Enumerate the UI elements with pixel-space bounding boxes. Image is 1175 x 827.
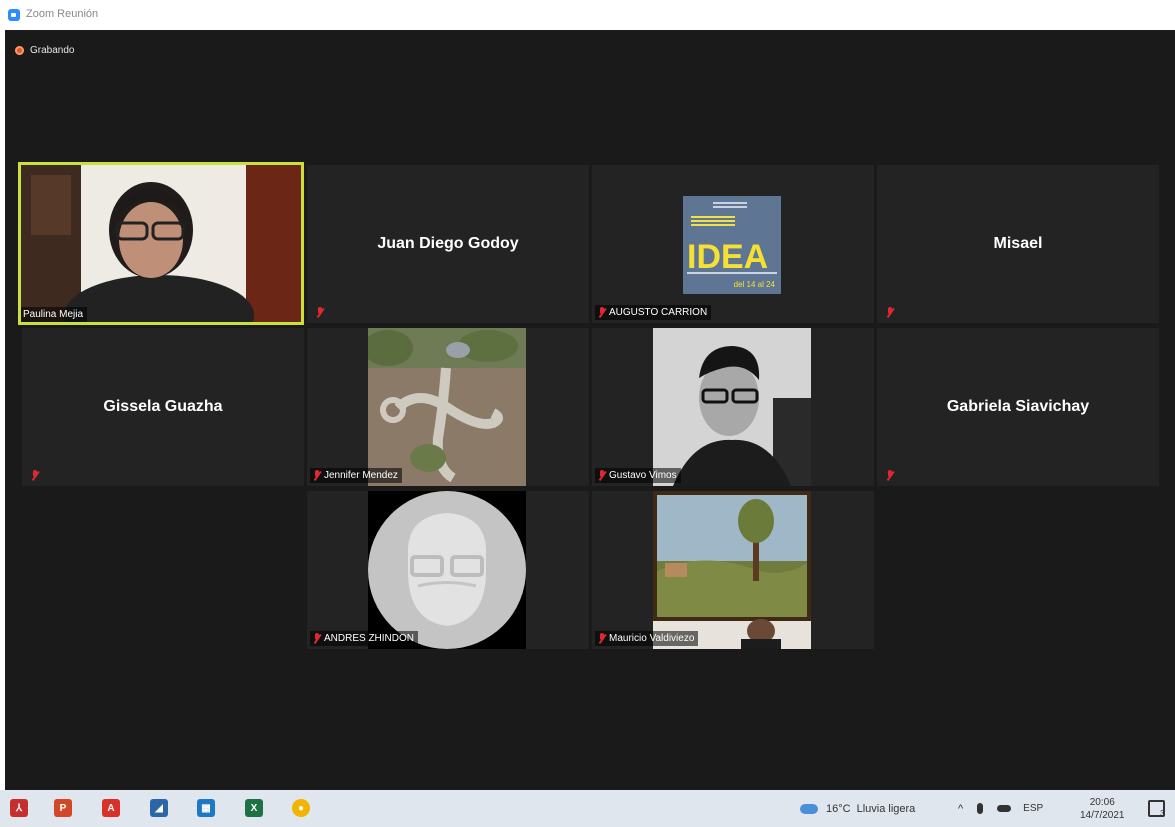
window-title: Zoom Reunión [26,8,99,20]
avatar [368,491,526,649]
poster-image: IDEA del 14 al 24 [683,196,781,294]
muted-mic-icon [597,633,606,644]
participant-name-center: Misael [993,235,1043,252]
participant-name: AUGUSTO CARRION [609,307,708,318]
participant-name-center: Juan Diego Godoy [377,235,519,252]
participant-name: Gustavo Vimos [609,470,677,481]
meeting-stage: Grabando Paulina Mejia Juan Diego Godoy [5,30,1175,790]
muted-mic-icon [312,633,321,644]
clock-date: 14/7/2021 [1080,809,1125,821]
title-bar: Zoom Reunión [0,0,1175,30]
participant-video [368,328,526,486]
acrobat-icon[interactable]: A [102,799,120,817]
video-tile-mauricio[interactable]: Mauricio Valdiviezo [592,491,874,649]
recording-indicator[interactable]: Grabando [15,45,74,56]
muted-mic-icon [885,470,894,481]
powerpoint-icon[interactable]: P [54,799,72,817]
weather-desc: Lluvia ligera [856,802,916,815]
participant-name-center: Gabriela Siavichay [946,398,1090,415]
muted-mic-icon [315,307,324,318]
windows-explorer-icon[interactable]: ◢ [150,799,168,817]
video-tile-gissela[interactable]: Gissela Guazha [22,328,304,486]
participant-name: Jennifer Mendez [324,470,398,481]
muted-mic-icon [885,307,894,318]
muted-mic-icon [597,307,606,318]
participant-label: Paulina Mejia [21,307,88,322]
weather-widget[interactable]: 16°C Lluvia ligera [800,790,915,827]
poster-title: IDEA [687,238,768,276]
clock[interactable]: 20:06 14/7/2021 [1080,790,1125,827]
participant-label: ANDRES ZHINDON [310,631,419,646]
poster-dates: del 14 al 24 [734,280,776,289]
participant-label: Gustavo Vimos [595,468,681,483]
participant-video [653,328,811,486]
video-tile-augusto[interactable]: IDEA del 14 al 24 AUGUSTO CARRION [592,165,874,323]
participant-name: ANDRES ZHINDON [324,633,415,644]
muted-mic-icon [597,470,606,481]
participant-name-center: Gissela Guazha [103,398,223,415]
participant-video [21,165,301,322]
video-tile-jennifer[interactable]: Jennifer Mendez [307,328,589,486]
participant-name: Paulina Mejia [23,309,84,320]
chrome-icon[interactable]: ● [292,799,310,817]
weather-temp: 16°C [826,802,851,815]
video-tile-misael[interactable]: Misael [877,165,1159,323]
video-tile-andres[interactable]: ANDRES ZHINDON [307,491,589,649]
calculator-icon[interactable]: ▦ [197,799,215,817]
participant-label: Mauricio Valdiviezo [595,631,699,646]
cloud-rain-icon [800,803,818,814]
zoom-icon [8,9,20,21]
video-tile-gabriela[interactable]: Gabriela Siavichay [877,328,1159,486]
chevron-up-icon[interactable]: ^ [958,803,963,815]
notifications-button[interactable]: 3 [1148,790,1165,827]
participant-label: Jennifer Mendez [310,468,402,483]
recording-label: Grabando [30,45,75,56]
record-icon [15,46,24,55]
excel-icon[interactable]: X [245,799,263,817]
clock-time: 20:06 [1089,796,1115,808]
muted-mic-icon [312,470,321,481]
video-tile-paulina[interactable]: Paulina Mejia [18,162,304,325]
pdf-reader-icon[interactable]: ⅄ [10,799,28,817]
video-tile-gustavo[interactable]: Gustavo Vimos [592,328,874,486]
participant-label: AUGUSTO CARRION [595,305,712,320]
muted-mic-icon [30,470,39,481]
language-indicator[interactable]: ESP [1023,803,1043,814]
system-tray: ^ ESP [958,790,1057,827]
taskbar: ⅄ P A ◢ ▦ X ● 16°C Lluvia ligera ^ ESP 2… [0,790,1175,827]
video-tile-juan-diego[interactable]: Juan Diego Godoy [307,165,589,323]
onedrive-icon[interactable] [997,805,1012,812]
microphone-icon[interactable] [977,803,984,814]
notification-icon [1148,800,1165,817]
participant-video [653,491,811,649]
participant-name: Mauricio Valdiviezo [609,633,695,644]
